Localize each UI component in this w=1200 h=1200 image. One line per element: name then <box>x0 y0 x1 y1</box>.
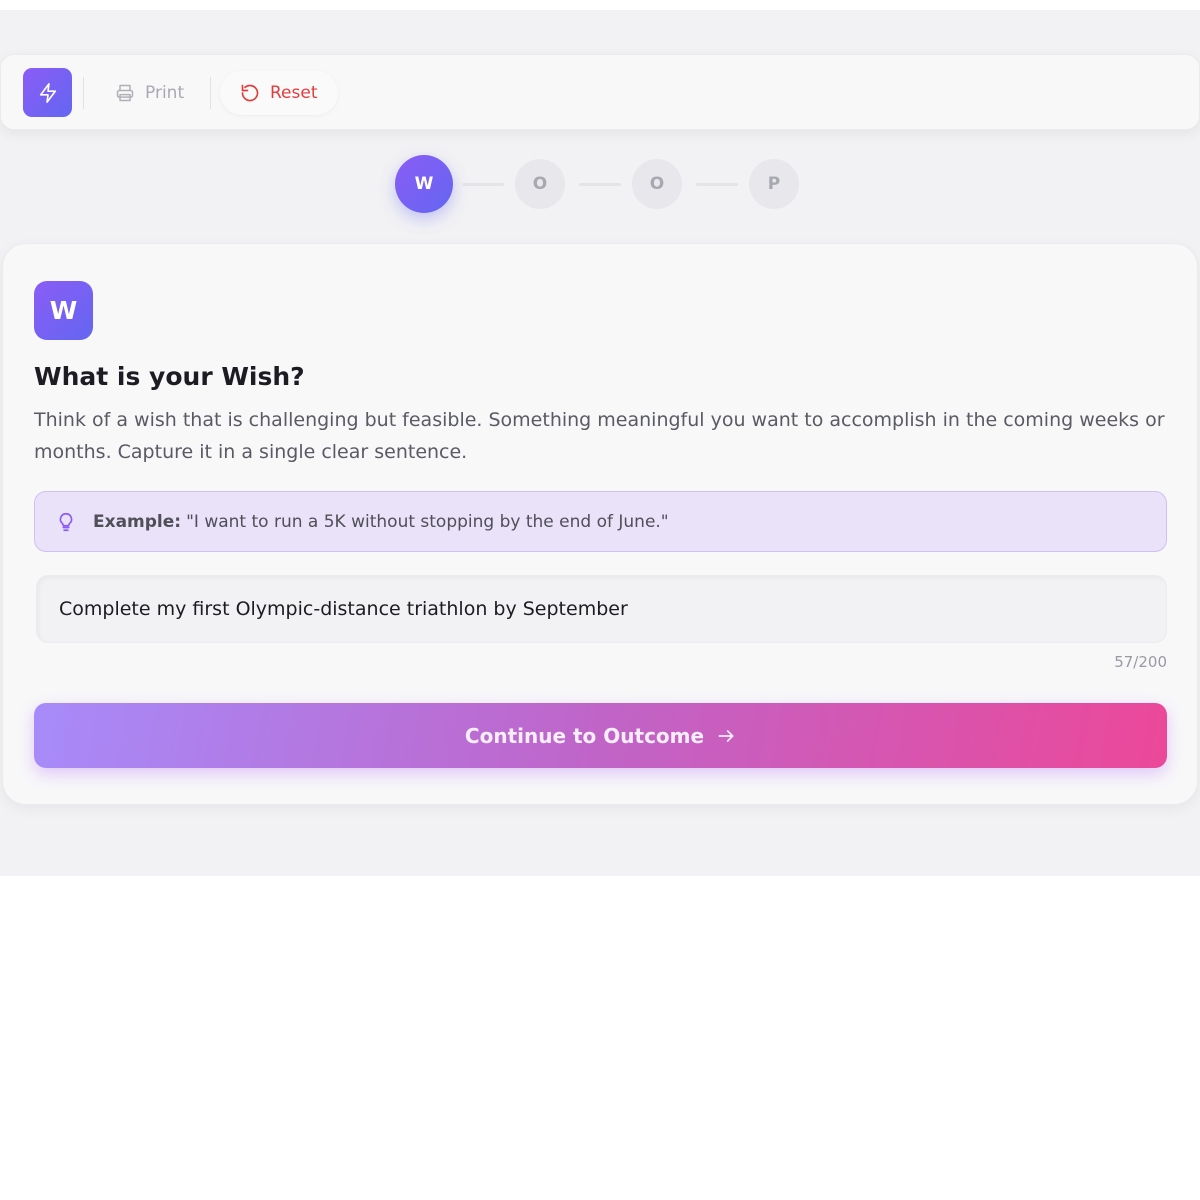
example-label: Example: <box>93 511 182 532</box>
toolbar-divider <box>83 77 84 109</box>
wish-input[interactable] <box>36 575 1167 643</box>
character-count: 57/200 <box>1114 653 1167 671</box>
print-label: Print <box>145 83 185 103</box>
wish-card: W What is your Wish? Think of a wish tha… <box>2 243 1198 805</box>
step-wish[interactable]: W <box>395 155 453 213</box>
card-title: What is your Wish? <box>34 362 305 391</box>
reset-label: Reset <box>270 83 318 103</box>
printer-icon <box>115 83 135 103</box>
step-letter: P <box>767 174 781 194</box>
toolbar: Print Reset <box>0 54 1200 130</box>
arrow-right-icon <box>716 726 736 746</box>
example-callout: Example: "I want to run a 5K without sto… <box>34 491 1167 552</box>
example-text: "I want to run a 5K without stopping by … <box>186 511 669 532</box>
step-obstacle[interactable]: O <box>632 159 682 209</box>
toolbar-divider <box>210 77 211 109</box>
step-letter: W <box>414 174 434 194</box>
step-letter: O <box>532 174 548 194</box>
progress-stepper: W O O P <box>395 155 805 213</box>
step-plan[interactable]: P <box>749 159 799 209</box>
step-outcome[interactable]: O <box>515 159 565 209</box>
app-logo-button[interactable] <box>23 68 72 117</box>
print-button[interactable]: Print <box>95 71 204 115</box>
app-background: Print Reset W O O P W What is your Wish?… <box>0 10 1200 876</box>
continue-button[interactable]: Continue to Outcome <box>34 703 1167 768</box>
continue-label: Continue to Outcome <box>464 723 705 748</box>
step-connector <box>579 183 621 186</box>
step-connector <box>462 183 504 186</box>
step-letter-badge: W <box>34 281 93 340</box>
lightning-bolt-icon <box>37 81 59 105</box>
step-connector <box>696 183 738 186</box>
reset-button[interactable]: Reset <box>220 71 338 115</box>
step-letter: O <box>649 174 665 194</box>
card-description: Think of a wish that is challenging but … <box>34 409 1165 463</box>
lightbulb-icon <box>55 510 77 534</box>
undo-icon <box>240 83 260 103</box>
